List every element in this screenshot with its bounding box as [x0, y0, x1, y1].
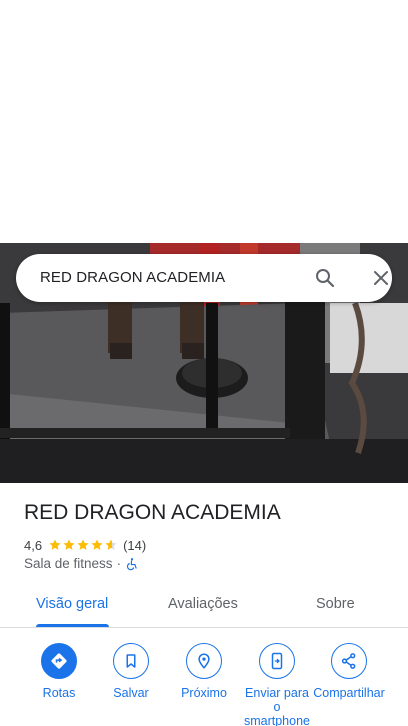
save-button[interactable]: Salvar: [94, 643, 168, 700]
action-buttons: Rotas Salvar Próximo Enviar para o smart…: [0, 643, 408, 726]
place-title: RED DRAGON ACADEMIA: [24, 501, 281, 524]
directions-button[interactable]: Rotas: [22, 643, 96, 700]
category-row: Sala de fitness ·: [24, 556, 139, 571]
star-icon: [77, 539, 89, 550]
search-icon[interactable]: [313, 266, 337, 290]
tab-bar: Visão geral Avaliações Sobre: [0, 584, 408, 628]
tab-indicator: [36, 624, 109, 627]
tab-about[interactable]: Sobre: [316, 596, 355, 612]
star-icon: [63, 539, 75, 550]
search-bar[interactable]: RED DRAGON ACADEMIA: [16, 254, 392, 302]
send-to-phone-icon[interactable]: [259, 643, 295, 679]
rating-value: 4,6: [24, 537, 43, 553]
star-rating: [48, 538, 118, 552]
tab-reviews[interactable]: Avaliações: [168, 596, 238, 612]
save-label: Salvar: [113, 686, 149, 700]
bookmark-icon[interactable]: [113, 643, 149, 679]
nearby-label: Próximo: [181, 686, 227, 700]
share-label: Compartilhar: [313, 686, 385, 700]
share-button[interactable]: Compartilhar: [312, 643, 386, 700]
star-icon: [49, 539, 61, 550]
directions-icon[interactable]: [41, 643, 77, 679]
send-to-phone-button[interactable]: Enviar para o smartphone: [240, 643, 314, 726]
nearby-button[interactable]: Próximo: [167, 643, 241, 700]
place-category: Sala de fitness: [24, 556, 113, 571]
share-icon[interactable]: [331, 643, 367, 679]
rating-row[interactable]: 4,6 (14): [24, 537, 146, 553]
nearby-icon[interactable]: [186, 643, 222, 679]
directions-label: Rotas: [42, 686, 76, 700]
separator-dot: ·: [116, 556, 122, 571]
reviews-count[interactable]: (14): [123, 538, 146, 553]
search-query[interactable]: RED DRAGON ACADEMIA: [40, 269, 225, 286]
star-icon: [105, 539, 117, 550]
close-icon[interactable]: [369, 266, 393, 290]
send-to-phone-label: Enviar para o smartphone: [243, 686, 310, 726]
tab-overview[interactable]: Visão geral: [36, 596, 108, 612]
star-icon: [91, 539, 103, 550]
wheelchair-icon: [125, 557, 139, 571]
map-blank-area: [0, 0, 408, 243]
